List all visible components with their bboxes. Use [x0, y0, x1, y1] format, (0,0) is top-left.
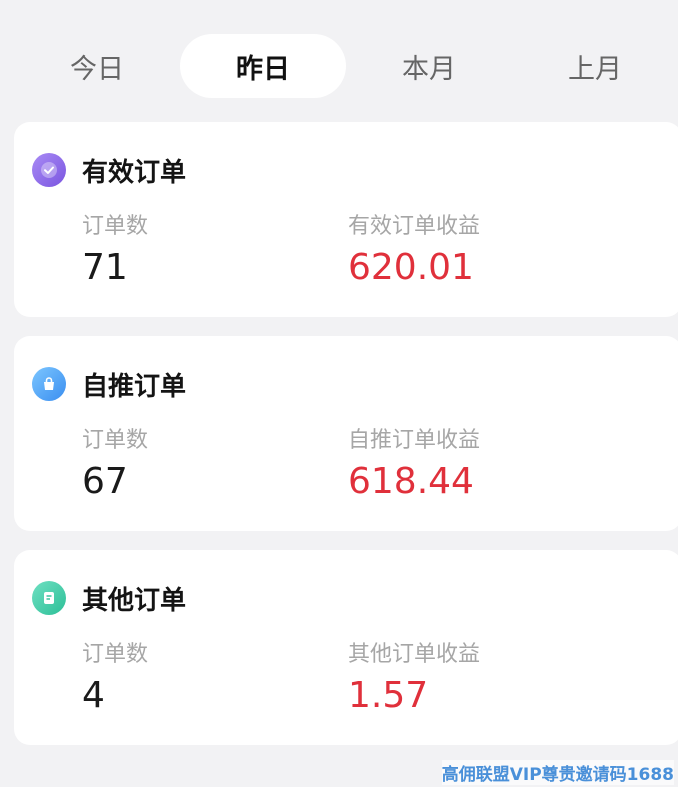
- valid-orders-card[interactable]: 有效订单 订单数 71 有效订单收益 620.01: [14, 122, 678, 317]
- revenue-label: 自推订单收益: [348, 428, 481, 453]
- date-range-tabs: 今日 昨日 本月 上月: [14, 34, 678, 98]
- revenue-value: 620.01: [348, 247, 474, 288]
- card-title: 自推订单: [82, 371, 187, 402]
- revenue-label: 其他订单收益: [348, 642, 481, 667]
- shopping-bag-icon: [32, 367, 66, 401]
- document-icon: [32, 581, 66, 615]
- order-count-label: 订单数: [82, 428, 149, 453]
- tab-yesterday[interactable]: 昨日: [180, 34, 346, 98]
- order-count-value: 4: [82, 675, 105, 716]
- card-header: 有效订单: [32, 152, 186, 188]
- other-orders-card[interactable]: 其他订单 订单数 4 其他订单收益 1.57: [14, 550, 678, 745]
- order-count-label: 订单数: [82, 642, 149, 667]
- order-count-value: 67: [82, 461, 128, 502]
- tab-today[interactable]: 今日: [14, 34, 180, 98]
- card-title: 其他订单: [82, 585, 187, 616]
- revenue-value: 1.57: [348, 675, 429, 716]
- tab-last-month[interactable]: 上月: [512, 34, 678, 98]
- card-header: 其他订单: [32, 580, 186, 616]
- revenue-value: 618.44: [348, 461, 474, 502]
- tab-this-month[interactable]: 本月: [346, 34, 512, 98]
- card-header: 自推订单: [32, 366, 186, 402]
- order-count-value: 71: [82, 247, 128, 288]
- watermark: 高佣联盟VIP尊贵邀请码1688: [441, 760, 674, 785]
- order-count-label: 订单数: [82, 214, 149, 239]
- revenue-label: 有效订单收益: [348, 214, 481, 239]
- self-promoted-orders-card[interactable]: 自推订单 订单数 67 自推订单收益 618.44: [14, 336, 678, 531]
- card-title: 有效订单: [82, 157, 187, 188]
- check-circle-icon: [32, 153, 66, 187]
